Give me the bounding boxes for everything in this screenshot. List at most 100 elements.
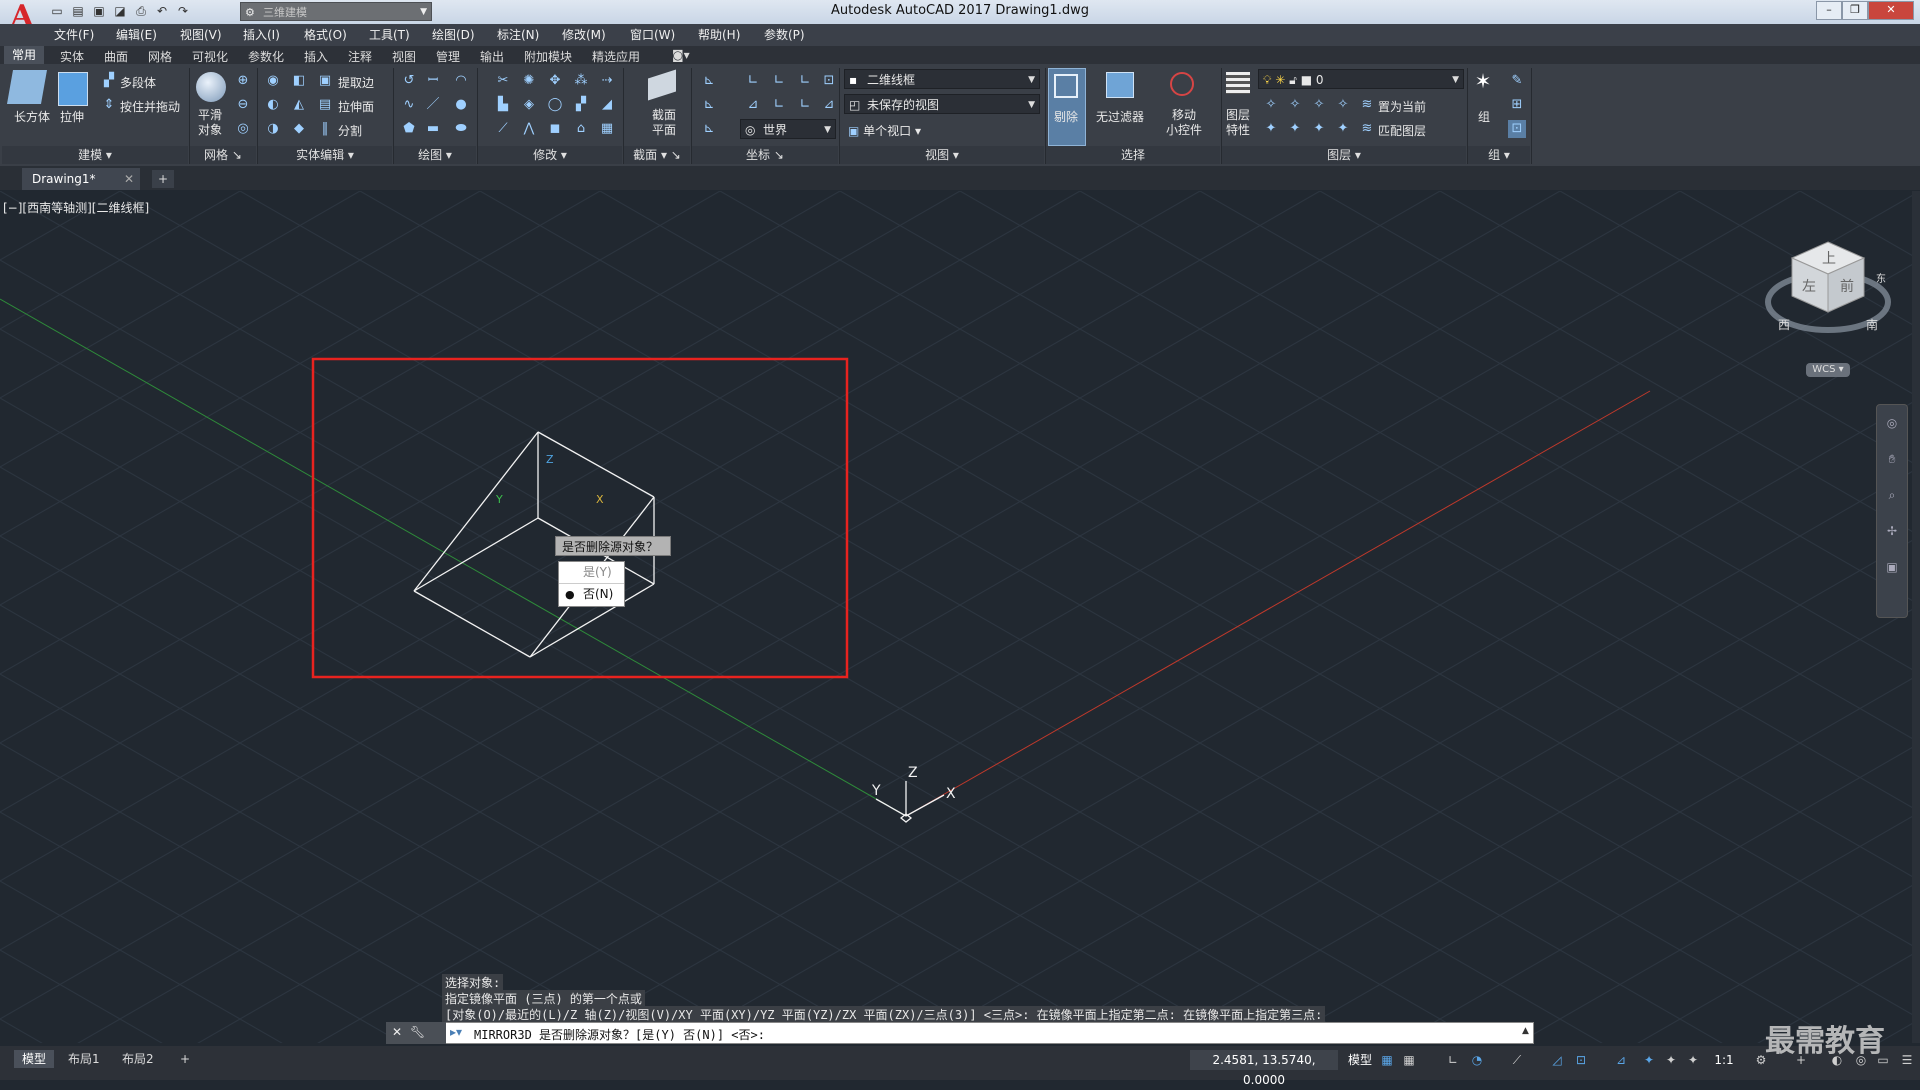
wcs-menu[interactable]: WCS ▾ — [1806, 363, 1850, 377]
stretch-icon[interactable]: ⟋ — [494, 120, 512, 138]
panel-title-modify[interactable]: 修改 ▾ — [478, 146, 622, 164]
copy-icon[interactable]: ▞ — [572, 96, 590, 114]
layer-unisolate-icon[interactable]: ✦ — [1286, 120, 1304, 138]
ucs-y-icon[interactable]: ∟ — [796, 72, 814, 90]
compass-south[interactable]: 南 — [1866, 316, 1878, 333]
zoom-icon[interactable]: ⌕ — [1877, 477, 1907, 513]
layer-freeze-icon[interactable]: ✧ — [1310, 96, 1328, 114]
smooth-object-label[interactable]: 平滑 对象 — [198, 108, 222, 138]
coordinate-display[interactable]: 2.4581, 13.5740, 0.0000 — [1190, 1050, 1338, 1087]
polysolid-button[interactable]: 多段体 — [120, 74, 156, 91]
move-gizmo-icon[interactable] — [1170, 72, 1194, 96]
ortho-icon[interactable]: ∟ — [1444, 1052, 1462, 1068]
annotation-scale[interactable]: 1:1 — [1710, 1052, 1738, 1068]
presspull-icon[interactable]: ⇕ — [100, 96, 118, 114]
ucs-origin-icon[interactable]: ⊾ — [700, 96, 718, 114]
tab-home[interactable]: 常用 — [4, 46, 44, 64]
extract-edges-icon[interactable]: ▣ — [316, 72, 334, 90]
menu-view[interactable]: 视图(V) — [180, 26, 222, 43]
move-icon[interactable]: ✥ — [546, 72, 564, 90]
tab-output[interactable]: 输出 — [480, 48, 504, 65]
steering-wheel-icon[interactable]: ◎ — [1877, 405, 1907, 441]
ucs-previous-icon[interactable]: ⊿ — [820, 96, 838, 114]
panel-title-coordinates[interactable]: 坐标 ↘ — [692, 146, 838, 164]
panel-title-solid-editing[interactable]: 实体编辑 ▾ — [258, 146, 392, 164]
spline-icon[interactable]: ∿ — [400, 96, 418, 114]
ungroup-icon[interactable]: ✎ — [1508, 72, 1526, 90]
command-history-arrow-icon[interactable]: ▲ — [1522, 1026, 1529, 1036]
layer-on-icon[interactable]: ✦ — [1262, 120, 1280, 138]
viewcube[interactable]: 上 左 前 西 南 东 — [1760, 230, 1896, 350]
menu-parametric[interactable]: 参数(P) — [764, 26, 805, 43]
command-prompt-icon[interactable]: ▸▾ — [450, 1025, 462, 1039]
object-snap-icon[interactable]: ◿ — [1548, 1052, 1566, 1068]
viewcube-front-face[interactable]: 前 — [1840, 276, 1854, 296]
selection-filter-icon[interactable]: ✦ — [1640, 1052, 1658, 1068]
mesh-smooth-less-icon[interactable]: ⊖ — [234, 96, 252, 114]
ucs-face-icon[interactable]: ∟ — [796, 96, 814, 114]
polyline-icon[interactable]: ↺ — [400, 72, 418, 90]
trim-icon[interactable]: ✂ — [494, 72, 512, 90]
grid-icon[interactable]: ▦ — [1378, 1052, 1396, 1068]
menu-help[interactable]: 帮助(H) — [698, 26, 740, 43]
fillet-icon[interactable]: ▙ — [494, 96, 512, 114]
menu-draw[interactable]: 绘图(D) — [432, 26, 475, 43]
menu-window[interactable]: 窗口(W) — [630, 26, 675, 43]
menu-insert[interactable]: 插入(I) — [243, 26, 280, 43]
orbit-icon[interactable]: ✢ — [1877, 513, 1907, 549]
tab-addins[interactable]: 附加模块 — [524, 48, 572, 65]
arc-icon[interactable]: ◠ — [452, 72, 470, 90]
panel-title-selection[interactable]: 选择 — [1046, 146, 1220, 164]
dynamic-ucs-icon[interactable]: ⊿ — [1612, 1052, 1630, 1068]
separate-icon[interactable]: ‖ — [316, 120, 334, 138]
layer-thaw-icon[interactable]: ✦ — [1310, 120, 1328, 138]
box-label[interactable]: 长方体 — [14, 108, 50, 125]
layout-tab-layout1[interactable]: 布局1 — [60, 1050, 108, 1068]
menu-format[interactable]: 格式(O) — [304, 26, 347, 43]
3d-mirror-icon[interactable]: ⋀ — [520, 120, 538, 138]
section-plane-label[interactable]: 截面 平面 — [652, 108, 676, 138]
layer-dropdown[interactable]: 💡︎ ✳ 🔓︎ ■ 0 ▼ — [1258, 69, 1464, 89]
saved-view-dropdown[interactable]: ◰ 未保存的视图 ▼ — [844, 94, 1040, 114]
tab-view[interactable]: 视图 — [392, 48, 416, 65]
group-edit-icon[interactable]: ⊞ — [1508, 96, 1526, 114]
tab-insert[interactable]: 插入 — [304, 48, 328, 65]
pan-icon[interactable]: ✋︎ — [1877, 441, 1907, 477]
3d-array-icon[interactable]: ⁂ — [572, 72, 590, 90]
restore-button[interactable]: ❐ — [1842, 1, 1868, 20]
layer-properties-icon[interactable] — [1226, 72, 1250, 94]
close-command-line-icon[interactable]: ✕ — [392, 1025, 402, 1039]
tab-mesh[interactable]: 网格 — [148, 48, 172, 65]
annotation-visibility-icon[interactable]: ✦ — [1662, 1052, 1680, 1068]
extrude-faces-icon[interactable]: ▤ — [316, 96, 334, 114]
showmotion-icon[interactable]: ▣ — [1877, 549, 1907, 585]
panel-title-draw[interactable]: 绘图 ▾ — [394, 146, 476, 164]
compass-west[interactable]: 西 — [1778, 316, 1790, 333]
menu-modify[interactable]: 修改(M) — [562, 26, 606, 43]
tab-solid[interactable]: 实体 — [60, 48, 84, 65]
mesh-refine-icon[interactable]: ◎ — [234, 120, 252, 138]
group-icon[interactable]: ✶ — [1474, 71, 1492, 91]
minimize-button[interactable]: – — [1816, 1, 1842, 20]
model-space-toggle[interactable]: 模型 — [1346, 1052, 1374, 1068]
rectangle-icon[interactable]: ▬ — [424, 120, 442, 138]
model-space-canvas[interactable]: Z Y X Z Y X — [0, 191, 1912, 1043]
circle-icon[interactable]: ● — [452, 96, 470, 114]
ucs-x-icon[interactable]: ∟ — [770, 72, 788, 90]
polygon-icon[interactable]: ⬟ — [400, 120, 418, 138]
offset-icon[interactable]: ⇢ — [598, 72, 616, 90]
filter-icon[interactable] — [1106, 72, 1134, 98]
close-tab-icon[interactable]: ✕ — [124, 168, 134, 190]
close-button[interactable]: ✕ — [1868, 1, 1914, 20]
snap-icon[interactable]: ▦ — [1400, 1052, 1418, 1068]
compass-east[interactable]: 东 — [1876, 270, 1886, 285]
box-icon[interactable] — [7, 70, 47, 104]
layout-tab-layout2[interactable]: 布局2 — [114, 1050, 162, 1068]
new-tab-button[interactable]: + — [152, 170, 174, 188]
tab-featured-apps[interactable]: 精选应用 — [592, 48, 640, 65]
array-icon[interactable]: ▦ — [598, 120, 616, 138]
ellipse-icon[interactable]: ⬬ — [452, 120, 470, 138]
layer-lock-icon[interactable]: ✧ — [1334, 96, 1352, 114]
match-layer-button[interactable]: 匹配图层 — [1378, 122, 1426, 139]
separate-button[interactable]: 分割 — [338, 122, 362, 139]
